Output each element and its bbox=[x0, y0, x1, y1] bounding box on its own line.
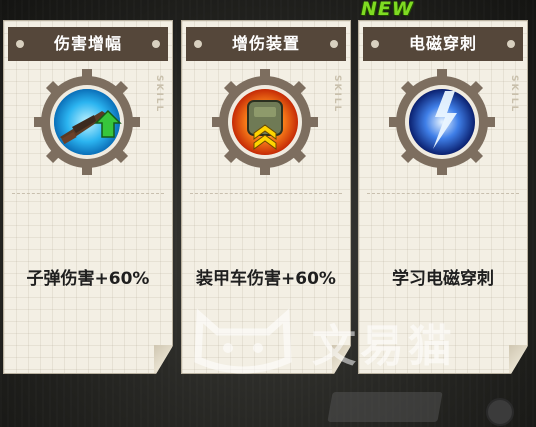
background-coin bbox=[486, 398, 514, 426]
card-divider bbox=[190, 193, 342, 194]
card-divider bbox=[12, 193, 164, 194]
armored-backpack-icon bbox=[212, 69, 318, 175]
watermark: 文易猫 bbox=[188, 300, 518, 380]
skill-tag: SKILL bbox=[154, 75, 164, 114]
card-description: 子弹伤害+60% bbox=[26, 269, 150, 289]
card-description: 学习电磁穿刺 bbox=[392, 269, 494, 289]
card-title: 电磁穿刺 bbox=[363, 27, 523, 61]
cat-logo-icon bbox=[194, 308, 292, 374]
card-title: 伤害增幅 bbox=[8, 27, 168, 61]
card-title: 增伤装置 bbox=[186, 27, 346, 61]
electric-pierce-icon bbox=[389, 69, 495, 175]
watermark-text: 文易猫 bbox=[312, 321, 456, 372]
card-divider bbox=[367, 193, 519, 194]
new-badge: NEW bbox=[361, 0, 414, 20]
background-object bbox=[327, 392, 443, 422]
skill-card-damage-boost[interactable]: 伤害增幅 SKILL 子弹伤害+60% bbox=[3, 20, 173, 374]
rifle-upgrade-icon bbox=[34, 69, 140, 175]
skill-tag: SKILL bbox=[509, 75, 519, 114]
skill-tag: SKILL bbox=[332, 75, 342, 114]
card-description: 装甲车伤害+60% bbox=[196, 269, 336, 289]
